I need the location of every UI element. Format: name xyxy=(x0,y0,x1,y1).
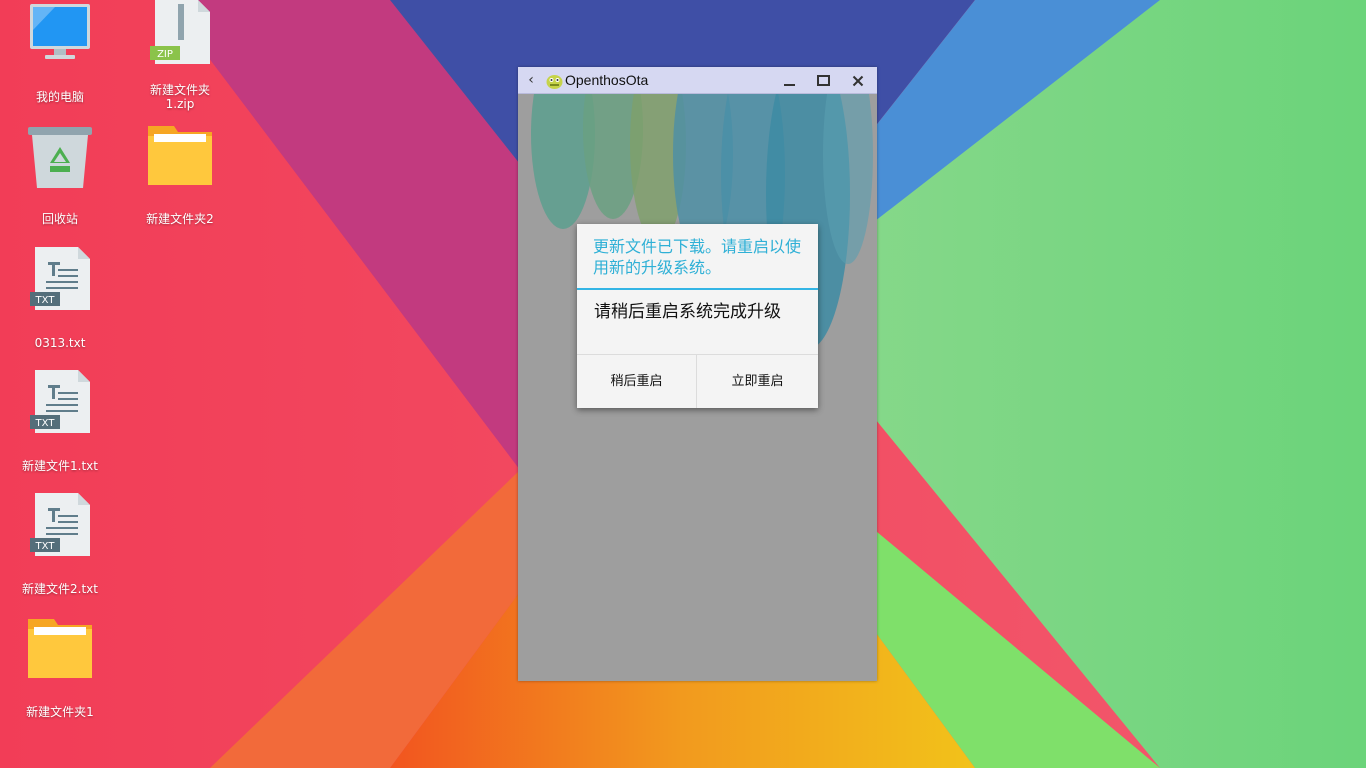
folder-icon xyxy=(148,126,212,185)
desktop-icon-label: 回收站 xyxy=(41,212,78,226)
desktop-icon-label: 新建文件2.txt xyxy=(22,582,98,596)
desktop-icon-label: 新建文件夹 1.zip xyxy=(149,83,210,111)
desktop-icon-folder-1[interactable]: 新建文件夹1 xyxy=(10,615,110,725)
minimize-icon[interactable] xyxy=(779,71,799,91)
recycle-bin-icon xyxy=(28,127,92,188)
back-arrow-icon[interactable]: ‹ xyxy=(524,71,538,89)
android-app-icon xyxy=(546,75,563,89)
txt-file-icon: TXT xyxy=(30,370,90,433)
desktop-icon-label: 新建文件夹2 xyxy=(146,212,214,226)
maximize-icon[interactable] xyxy=(813,71,833,91)
restart-now-button[interactable]: 立即重启 xyxy=(697,355,818,408)
folder-icon xyxy=(28,619,92,678)
svg-text:ZIP: ZIP xyxy=(157,49,173,60)
txt-file-icon: TXT xyxy=(30,493,90,556)
desktop-icon-new-file-2-txt[interactable]: TXT 新建文件2.txt xyxy=(10,492,110,602)
dialog-divider xyxy=(577,288,818,290)
desktop-icon-folder-2[interactable]: 新建文件夹2 xyxy=(130,122,230,232)
dialog-title: 更新文件已下载。请重启以使用新的升级系统。 xyxy=(593,237,802,277)
window-title: OpenthosOta xyxy=(565,72,649,88)
update-dialog: 更新文件已下载。请重启以使用新的升级系统。 请稍后重启系统完成升级 稍后重启 立… xyxy=(577,224,818,408)
svg-text:TXT: TXT xyxy=(35,418,56,429)
txt-file-icon: TXT xyxy=(30,247,90,310)
window-titlebar[interactable]: ‹ OpenthosOta xyxy=(518,67,877,94)
desktop-icon-0313-txt[interactable]: TXT 0313.txt xyxy=(10,246,110,356)
desktop-icon-recycle-bin[interactable]: 回收站 xyxy=(10,122,110,232)
desktop-icon-label: 新建文件夹1 xyxy=(26,705,94,719)
computer-icon xyxy=(30,4,90,59)
dialog-button-row: 稍后重启 立即重启 xyxy=(577,354,818,408)
close-icon[interactable] xyxy=(848,71,868,91)
window-content: 更新文件已下载。请重启以使用新的升级系统。 请稍后重启系统完成升级 稍后重启 立… xyxy=(518,94,877,681)
app-window: ‹ OpenthosOta 更新文件已下载。请重启以使用新的升级系统。 请稍后重… xyxy=(518,67,877,681)
desktop-icon-label: 0313.txt xyxy=(34,336,86,350)
desktop-icon-my-computer[interactable]: 我的电脑 xyxy=(10,0,110,110)
dialog-message: 请稍后重启系统完成升级 xyxy=(594,302,781,322)
desktop-icon-label: 我的电脑 xyxy=(35,90,84,104)
desktop-icon-label: 新建文件1.txt xyxy=(22,459,98,473)
desktop-icon-new-file-1-txt[interactable]: TXT 新建文件1.txt xyxy=(10,369,110,479)
svg-text:TXT: TXT xyxy=(35,541,56,552)
restart-later-button[interactable]: 稍后重启 xyxy=(577,355,697,408)
zip-file-icon: ZIP xyxy=(150,0,210,64)
desktop-icon-zip-file[interactable]: ZIP 新建文件夹 1.zip xyxy=(130,0,230,112)
svg-text:TXT: TXT xyxy=(35,295,56,306)
